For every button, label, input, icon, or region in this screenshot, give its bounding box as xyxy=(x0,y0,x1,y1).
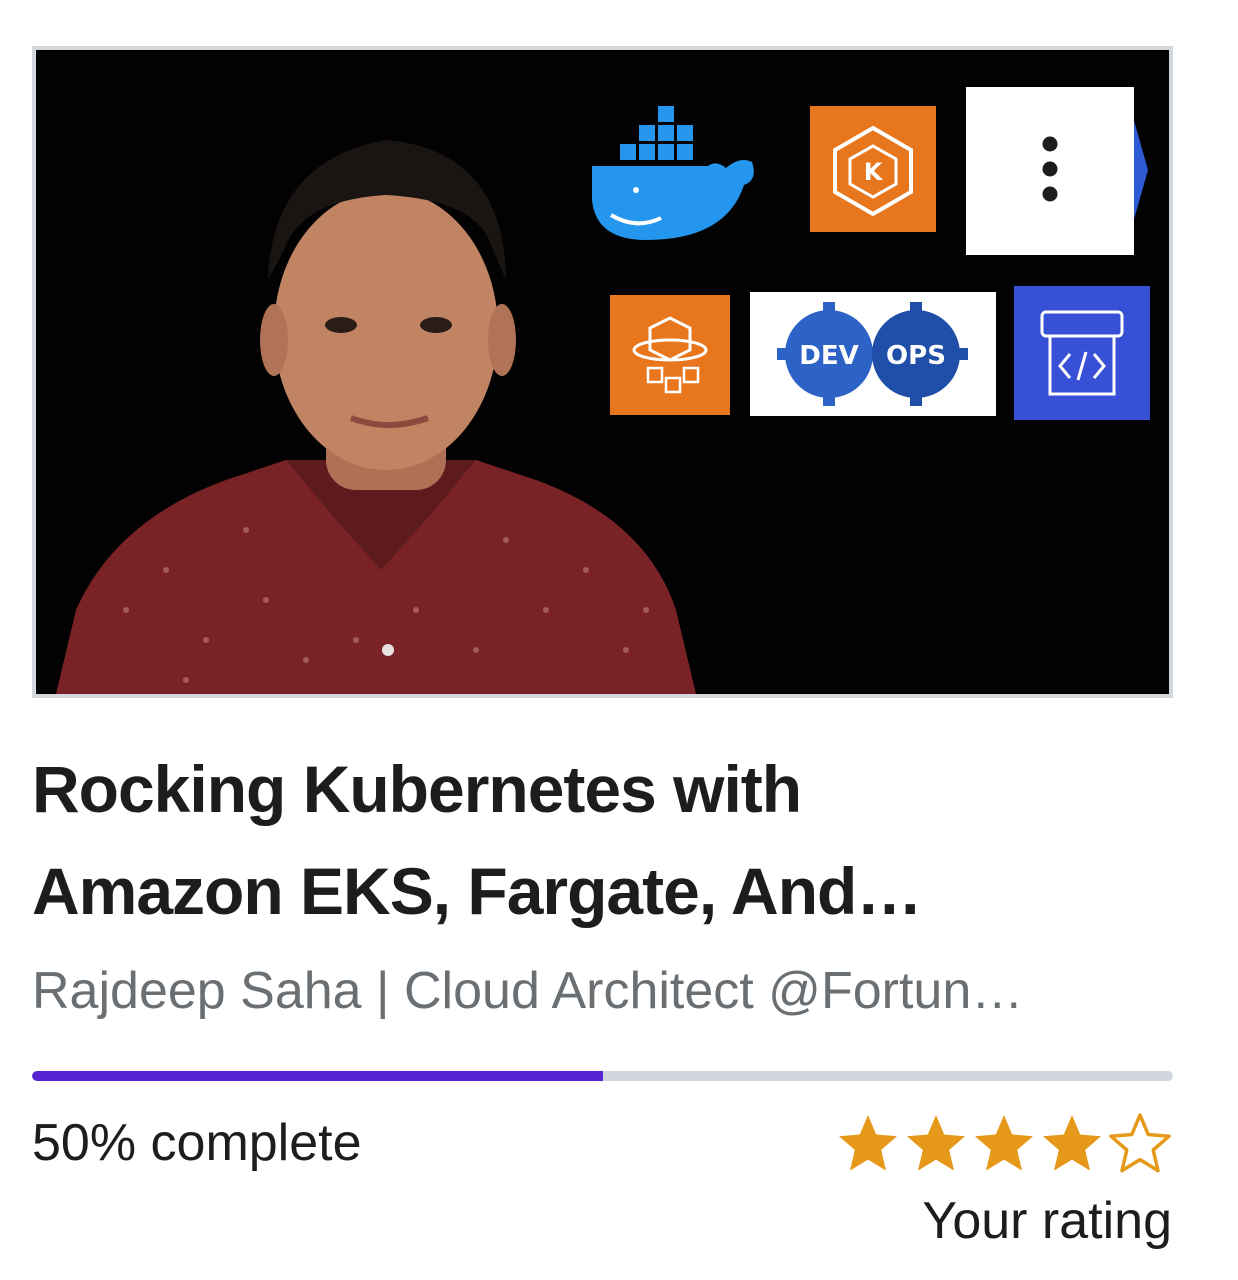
star-filled-icon[interactable] xyxy=(972,1111,1036,1175)
instructor-name: Rajdeep Saha | Cloud Architect @Fortun… xyxy=(32,962,1024,1020)
course-thumbnail[interactable]: K DEV OPS xyxy=(32,46,1173,698)
your-rating-label[interactable]: Your rating xyxy=(922,1186,1172,1256)
more-options-button[interactable] xyxy=(966,87,1134,255)
star-filled-icon[interactable] xyxy=(904,1111,968,1175)
progress-bar-fill xyxy=(32,1071,603,1081)
svg-text:DEV: DEV xyxy=(799,341,858,371)
star-empty-icon[interactable] xyxy=(1108,1111,1172,1175)
svg-text:OPS: OPS xyxy=(886,341,946,371)
eks-logo: K xyxy=(810,106,936,232)
api-gateway-logo xyxy=(1014,286,1150,420)
progress-bar xyxy=(32,1071,1173,1081)
more-vertical-icon xyxy=(1042,136,1058,202)
course-title[interactable]: Rocking Kubernetes with Amazon EKS, Farg… xyxy=(32,738,1152,942)
devops-logo: DEV OPS xyxy=(750,292,996,416)
star-rating[interactable] xyxy=(826,1108,1172,1178)
svg-text:K: K xyxy=(864,158,884,186)
course-title-line-2: Amazon EKS, Fargate, And… xyxy=(32,854,922,928)
course-title-line-1: Rocking Kubernetes with xyxy=(32,752,802,826)
star-filled-icon[interactable] xyxy=(836,1111,900,1175)
star-filled-icon[interactable] xyxy=(1040,1111,1104,1175)
course-card[interactable]: K DEV OPS Rocking Kubernetes with Amazon… xyxy=(0,0,1238,1280)
fargate-logo xyxy=(610,295,730,415)
progress-label: 50% complete xyxy=(32,1114,362,1172)
